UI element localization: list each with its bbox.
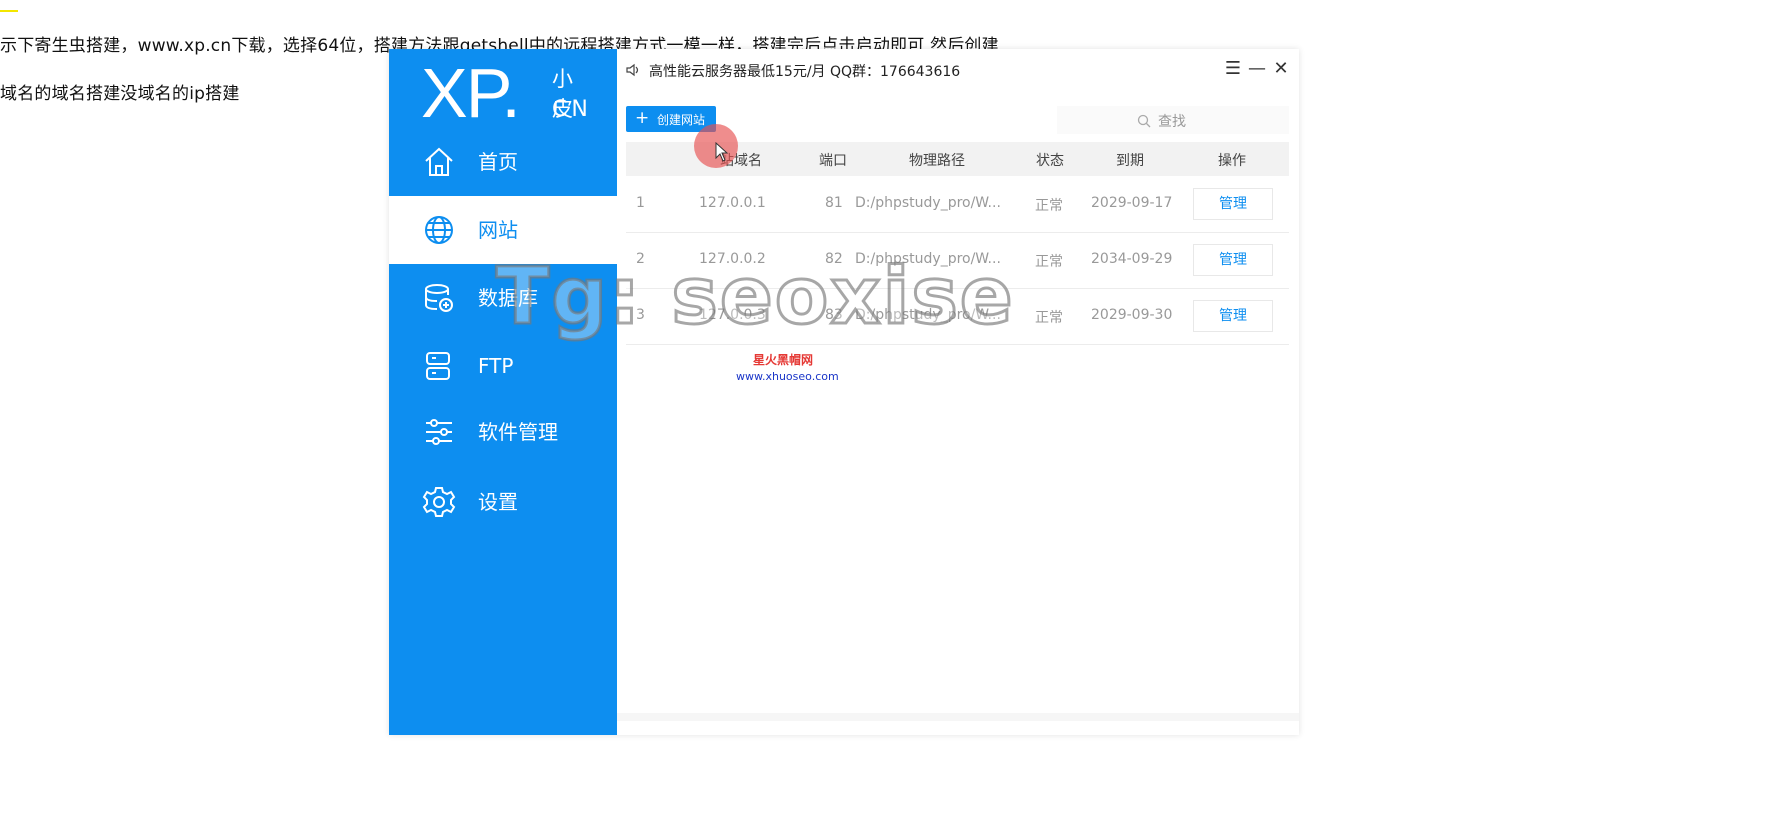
sidebar-item-software[interactable]: 软件管理 — [389, 398, 617, 466]
sliders-icon — [422, 415, 456, 449]
database-icon — [422, 281, 456, 315]
sidebar-item-label: 网站 — [478, 218, 518, 242]
sidebar-item-settings[interactable]: 设置 — [389, 468, 617, 536]
watermark-url: www.xhuoseo.com — [736, 370, 839, 383]
gear-icon — [422, 485, 456, 519]
highlight-mark — [0, 10, 18, 12]
sidebar: XP. 小皮 CN 首页 网站 数据库 FTP 软件管理 设置 — [389, 49, 617, 735]
column-header-expire[interactable]: 到期 — [1116, 150, 1144, 170]
row-number: 1 — [636, 195, 645, 211]
search-placeholder: 查找 — [1158, 114, 1186, 130]
sidebar-item-label: FTP — [478, 354, 514, 378]
column-header-port[interactable]: 端口 — [819, 150, 847, 170]
row-expire: 2029-09-30 — [1091, 307, 1173, 323]
column-header-action: 操作 — [1218, 153, 1246, 169]
doc-text-line-2: 域名的域名搭建没域名的ip搭建 — [0, 84, 240, 104]
row-status: 正常 — [1035, 254, 1063, 270]
sidebar-item-label: 首页 — [478, 150, 518, 174]
search-icon — [1137, 113, 1151, 128]
row-expire: 2034-09-29 — [1091, 251, 1173, 267]
notice-text: 高性能云服务器最低15元/月 QQ群：176643616 — [649, 64, 961, 80]
globe-icon — [422, 213, 456, 247]
speaker-icon — [625, 62, 641, 78]
logo-cn-bottom: CN — [552, 97, 592, 122]
watermark-brand: 星火黑帽网 — [753, 353, 814, 367]
row-expire: 2029-09-17 — [1091, 195, 1173, 211]
row-domain: 127.0.0.1 — [699, 195, 766, 211]
title-bar: 高性能云服务器最低15元/月 QQ群：176643616 ☰ — ✕ — [617, 49, 1299, 93]
row-status: 正常 — [1035, 310, 1063, 326]
watermark-tg: Tg: seoxise — [495, 251, 1015, 344]
manage-button[interactable]: 管理 — [1193, 188, 1273, 220]
sidebar-item-home[interactable]: 首页 — [389, 128, 617, 196]
home-icon — [422, 145, 456, 179]
sidebar-item-label: 软件管理 — [478, 420, 558, 444]
manage-button[interactable]: 管理 — [1193, 244, 1273, 276]
minimize-icon[interactable]: — — [1248, 60, 1266, 78]
create-website-label: 创建网站 — [657, 113, 706, 127]
manage-button[interactable]: 管理 — [1193, 300, 1273, 332]
ftp-icon — [422, 349, 456, 383]
sidebar-item-label: 设置 — [478, 490, 518, 514]
status-bar — [617, 713, 1299, 721]
search-input[interactable]: 查找 — [1057, 106, 1289, 134]
close-icon[interactable]: ✕ — [1272, 60, 1290, 78]
column-header-path[interactable]: 物理路径 — [909, 150, 965, 170]
row-port: 81 — [825, 195, 843, 211]
plus-icon: + — [635, 108, 650, 128]
table-row[interactable]: 1 127.0.0.1 81 D:/phpstudy_pro/W... 正常 2… — [626, 176, 1289, 233]
sidebar-item-ftp[interactable]: FTP — [389, 332, 617, 400]
column-header-status[interactable]: 状态 — [1036, 150, 1064, 170]
mouse-cursor-icon — [715, 141, 729, 162]
row-path: D:/phpstudy_pro/W... — [855, 195, 1001, 211]
logo-text: XP. — [421, 54, 521, 132]
row-status: 正常 — [1035, 198, 1063, 214]
menu-icon[interactable]: ☰ — [1224, 60, 1242, 78]
phpstudy-window: XP. 小皮 CN 首页 网站 数据库 FTP 软件管理 设置 高性能云服务器最… — [389, 49, 1299, 735]
